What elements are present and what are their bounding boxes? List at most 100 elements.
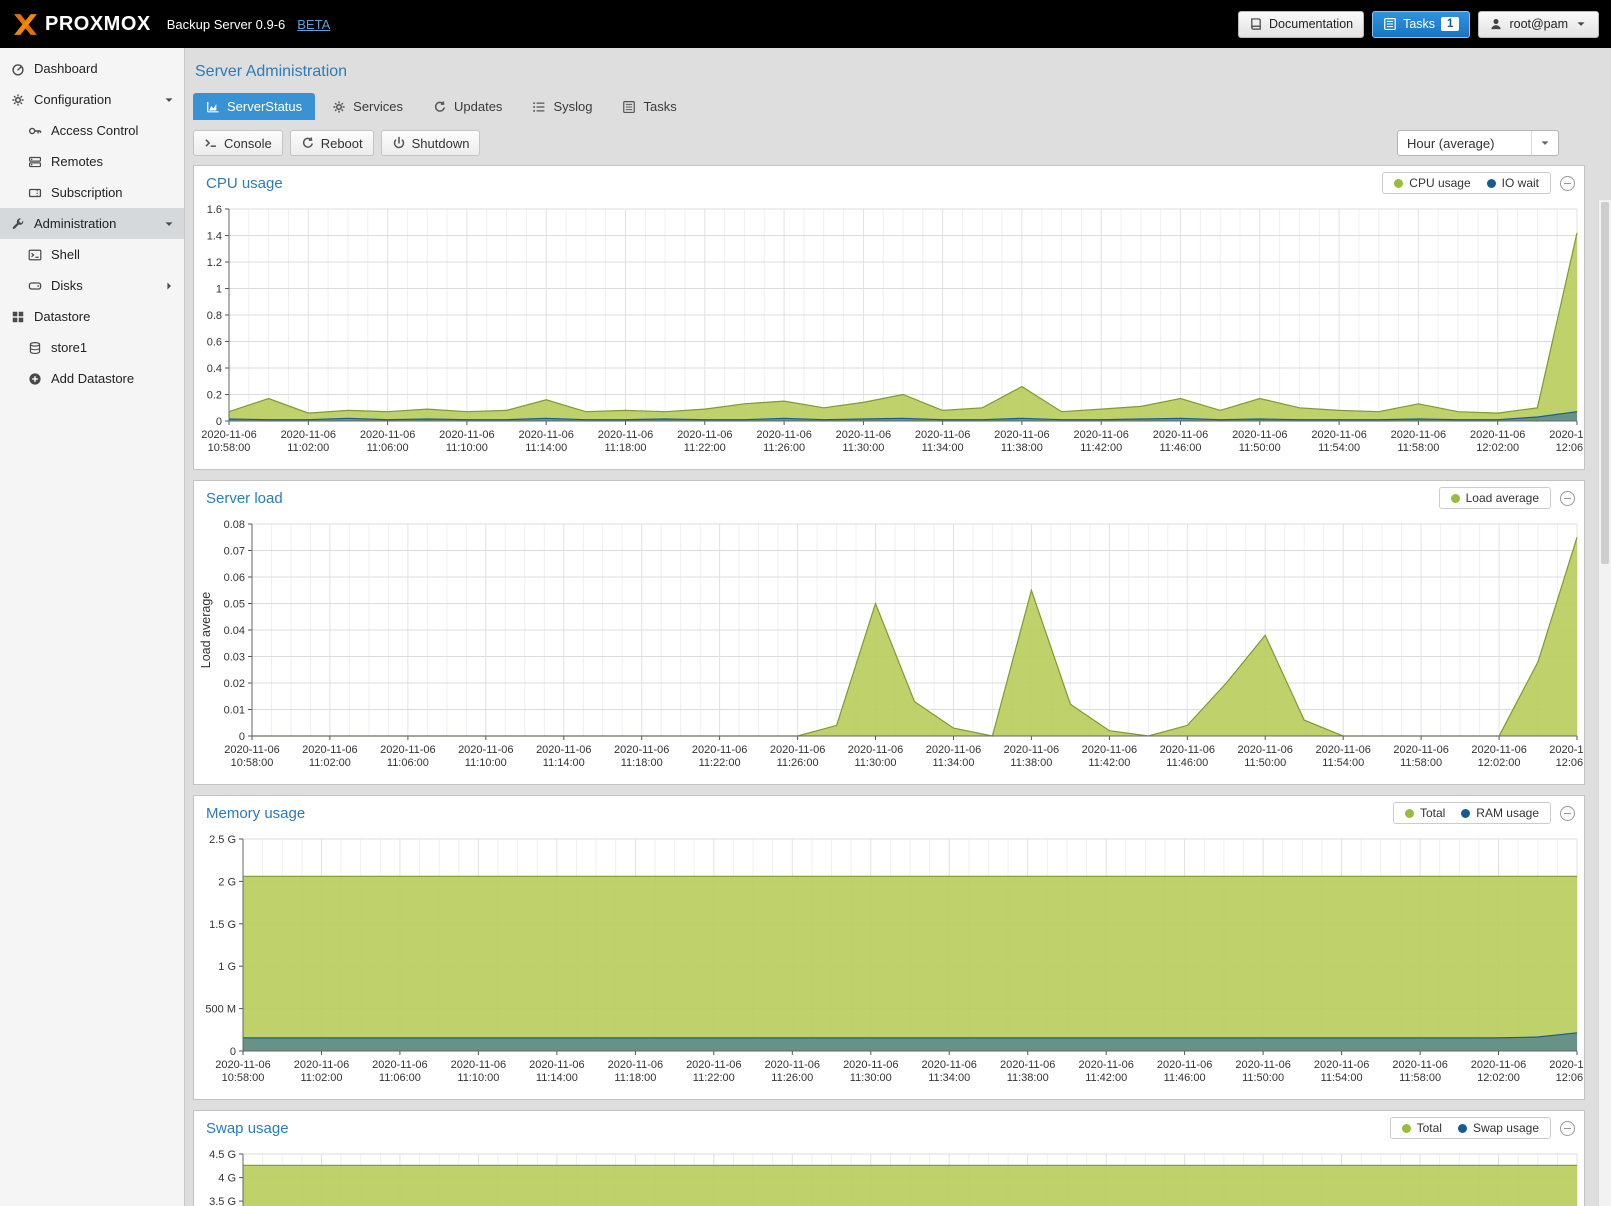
user-icon [1489,17,1503,31]
ticket-icon [28,186,42,200]
console-icon [204,136,218,150]
svg-text:11:22:00: 11:22:00 [693,1072,735,1084]
svg-text:11:14:00: 11:14:00 [525,442,567,454]
svg-text:1.5 G: 1.5 G [209,919,236,931]
cpu-usage-panel: CPU usage CPU usage IO wait 00.20.40.60.… [193,165,1585,470]
tab-label: Services [353,99,403,114]
svg-text:0.4: 0.4 [207,363,222,375]
tab-services[interactable]: Services [319,93,416,120]
sidebar-item-configuration[interactable]: Configuration [0,84,184,115]
svg-text:2020-11-06: 2020-11-06 [598,429,653,441]
sidebar-item-disks[interactable]: Disks [0,270,184,301]
console-button[interactable]: Console [193,130,283,156]
sidebar-item-datastore[interactable]: Datastore [0,301,184,332]
svg-text:2020-11-06: 2020-11-06 [451,1059,506,1071]
scrollbar-thumb[interactable] [1601,202,1609,564]
svg-text:2020-11-06: 2020-11-06 [439,429,494,441]
svg-text:11:58:00: 11:58:00 [1399,1072,1441,1084]
svg-text:0.03: 0.03 [224,652,245,664]
time-range-select[interactable]: Hour (average) [1397,130,1559,156]
swap-usage-chart: 0500 M1 G1.5 G2 G2.5 G3 G3.5 G4 G4.5 G20… [197,1148,1583,1206]
user-label: root@pam [1509,17,1568,31]
chevron-right-icon[interactable] [162,279,176,293]
sidebar-item-shell[interactable]: Shell [0,239,184,270]
svg-text:11:42:00: 11:42:00 [1085,1072,1127,1084]
svg-text:2020-11-06: 2020-11-06 [1237,744,1292,756]
sidebar-item-add-datastore[interactable]: Add Datastore [0,363,184,394]
reboot-button[interactable]: Reboot [290,130,374,156]
svg-text:11:42:00: 11:42:00 [1080,442,1122,454]
sidebar-item-subscription[interactable]: Subscription [0,177,184,208]
svg-text:4 G: 4 G [218,1173,236,1185]
svg-text:0.02: 0.02 [224,678,245,690]
sidebar-item-label: Subscription [51,185,123,200]
svg-text:2020-11-06: 2020-11-06 [836,429,891,441]
svg-text:2020-11-06: 2020-11-06 [1315,744,1370,756]
disk-icon [28,279,42,293]
svg-text:11:46:00: 11:46:00 [1164,1072,1206,1084]
reboot-icon [301,136,315,150]
svg-text:11:26:00: 11:26:00 [777,757,819,769]
chevron-down-icon[interactable] [162,217,176,231]
sidebar-item-store1[interactable]: store1 [0,332,184,363]
top-bar: PROXMOX Backup Server 0.9-6 BETA Documen… [0,0,1611,48]
tab-updates[interactable]: Updates [420,93,515,120]
documentation-button[interactable]: Documentation [1238,11,1364,38]
svg-text:2020-11-06: 2020-11-06 [215,1059,270,1071]
svg-text:2020-11-06: 2020-11-06 [536,744,591,756]
svg-text:11:02:00: 11:02:00 [309,757,351,769]
svg-text:2020-11-06: 2020-11-06 [756,429,811,441]
brand-name: PROXMOX [45,13,151,36]
panel-collapse-button[interactable] [1560,176,1575,191]
panel-collapse-button[interactable] [1560,806,1575,821]
svg-text:2020-11-06: 2020-11-06 [1549,429,1583,441]
svg-text:0: 0 [216,416,222,428]
server-icon [28,155,42,169]
legend-item: IO wait [1487,176,1539,190]
sidebar-item-label: Access Control [51,123,138,138]
sidebar-item-remotes[interactable]: Remotes [0,146,184,177]
sidebar-item-dashboard[interactable]: Dashboard [0,53,184,84]
svg-text:2020-11-06: 2020-11-06 [380,744,435,756]
svg-text:2020-11-06: 2020-11-06 [608,1059,663,1071]
chevron-down-icon[interactable] [162,93,176,107]
svg-text:11:14:00: 11:14:00 [536,1072,578,1084]
time-range-value: Hour (average) [1407,136,1494,151]
panel-title: CPU usage [206,175,283,192]
sidebar-item-administration[interactable]: Administration [0,208,184,239]
svg-text:2020-11-06: 2020-11-06 [302,744,357,756]
svg-text:0: 0 [239,731,245,743]
svg-text:4.5 G: 4.5 G [209,1149,236,1161]
svg-text:11:02:00: 11:02:00 [300,1072,342,1084]
shutdown-button[interactable]: Shutdown [381,130,481,156]
svg-text:0.01: 0.01 [224,705,245,717]
legend-item: Swap usage [1458,1121,1539,1135]
svg-text:11:38:00: 11:38:00 [1010,757,1052,769]
panel-collapse-button[interactable] [1560,1121,1575,1136]
tab-serverstatus[interactable]: ServerStatus [193,93,315,120]
svg-text:1.2: 1.2 [207,257,222,269]
tab-tasks[interactable]: Tasks [609,93,689,120]
tab-bar: ServerStatus Services Updates Syslog Tas… [185,83,1611,120]
legend-item: Load average [1451,491,1539,505]
svg-text:2020-11-06: 2020-11-06 [224,744,279,756]
tab-syslog[interactable]: Syslog [519,93,605,120]
tasks-count-badge: 1 [1441,17,1459,31]
svg-text:0.8: 0.8 [207,310,222,322]
legend-dot [1405,809,1414,818]
svg-text:12:06:00: 12:06:00 [1556,757,1583,769]
vertical-scrollbar[interactable] [1598,200,1611,1206]
svg-text:2020-11-06: 2020-11-06 [1549,1059,1583,1071]
beta-link[interactable]: BETA [297,17,330,32]
svg-text:1 G: 1 G [218,961,236,973]
panel-collapse-button[interactable] [1560,491,1575,506]
svg-text:2020-11-06: 2020-11-06 [201,429,256,441]
svg-text:11:50:00: 11:50:00 [1242,1072,1284,1084]
user-menu-button[interactable]: root@pam [1478,11,1599,38]
svg-text:11:18:00: 11:18:00 [604,442,646,454]
sidebar-item-access-control[interactable]: Access Control [0,115,184,146]
tasks-button[interactable]: Tasks 1 [1372,11,1470,38]
toolbar: Console Reboot Shutdown Hour (average) [193,130,1559,156]
svg-text:2020-11-06: 2020-11-06 [1078,1059,1133,1071]
svg-text:2020-11-06: 2020-11-06 [765,1059,820,1071]
